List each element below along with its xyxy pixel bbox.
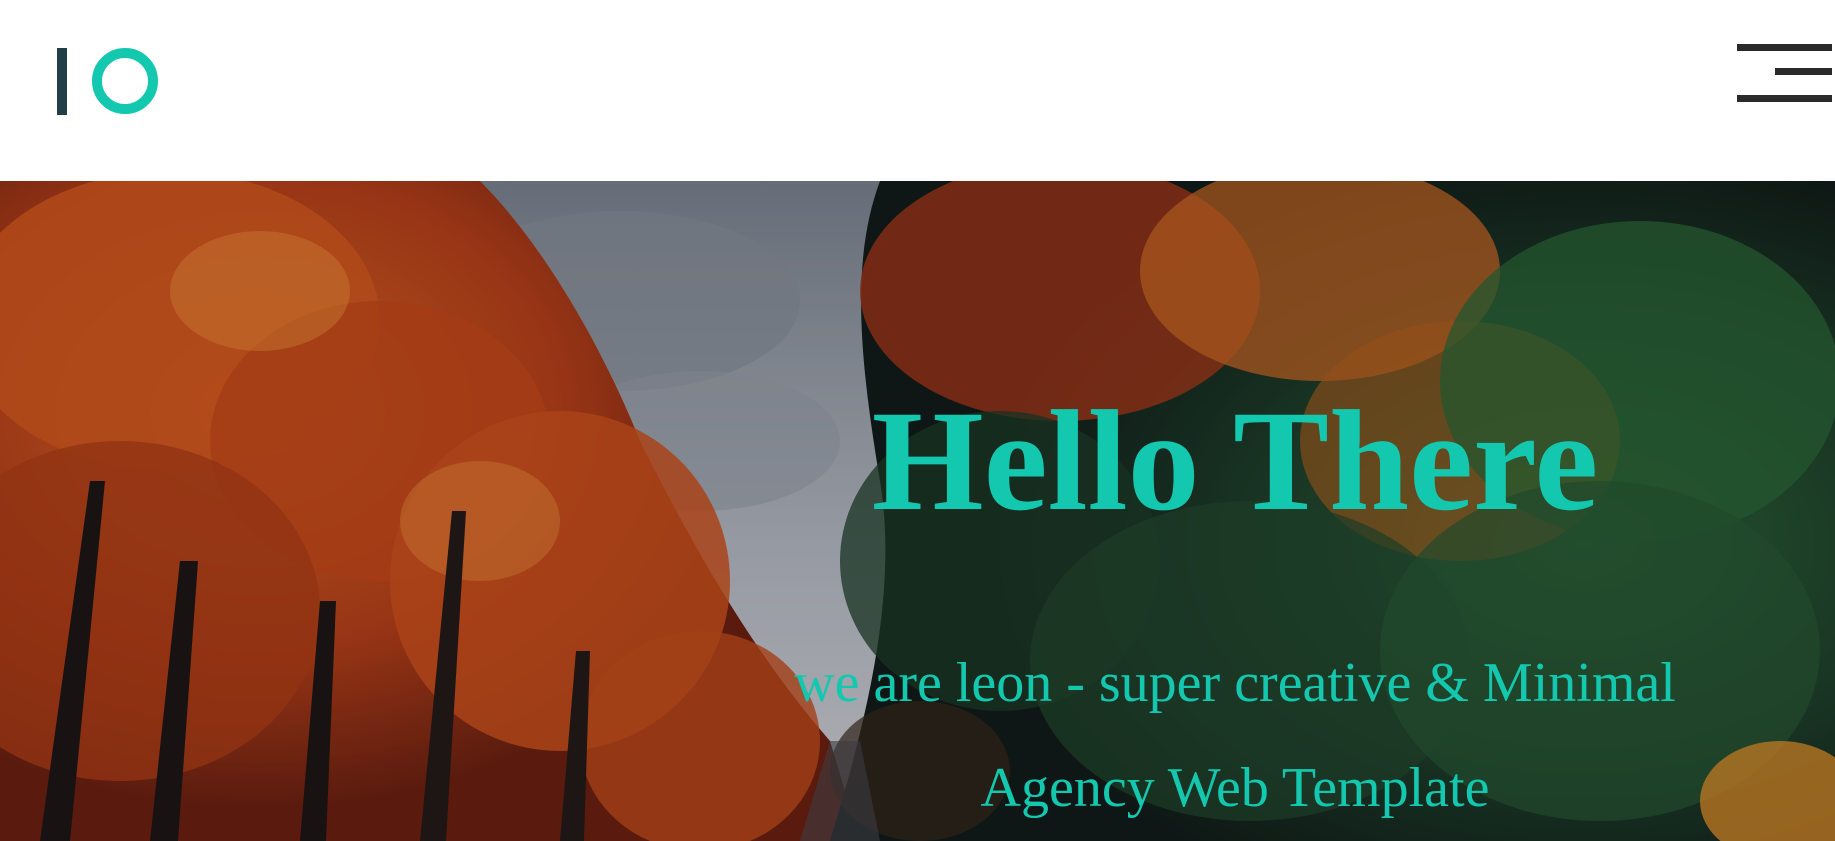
hero-subtitle: we are leon - super creative & Minimal A… — [794, 652, 1676, 819]
hero-title: Hello There — [871, 382, 1599, 541]
hero-section: Hello There we are leon - super creative… — [0, 181, 1835, 841]
menu-line-bottom — [1737, 95, 1832, 102]
site-header — [0, 0, 1835, 181]
io-logo-icon[interactable] — [57, 46, 161, 118]
menu-line-middle — [1775, 68, 1832, 75]
hamburger-menu-icon[interactable] — [1732, 40, 1832, 106]
menu-line-top — [1737, 44, 1832, 51]
